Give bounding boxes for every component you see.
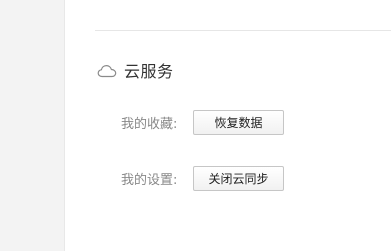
cloud-icon — [97, 63, 117, 78]
favorites-row: 我的收藏: 恢复数据 — [121, 110, 284, 135]
settings-label: 我的设置: — [121, 173, 178, 188]
left-sidebar-panel — [0, 0, 65, 251]
restore-data-button[interactable]: 恢复数据 — [193, 110, 284, 135]
section-divider — [95, 30, 391, 31]
favorites-label: 我的收藏: — [121, 117, 178, 132]
disable-cloud-sync-button[interactable]: 关闭云同步 — [193, 166, 284, 191]
settings-row: 我的设置: 关闭云同步 — [121, 166, 284, 191]
cloud-service-header: 云服务 — [97, 58, 174, 82]
section-title: 云服务 — [124, 62, 174, 81]
